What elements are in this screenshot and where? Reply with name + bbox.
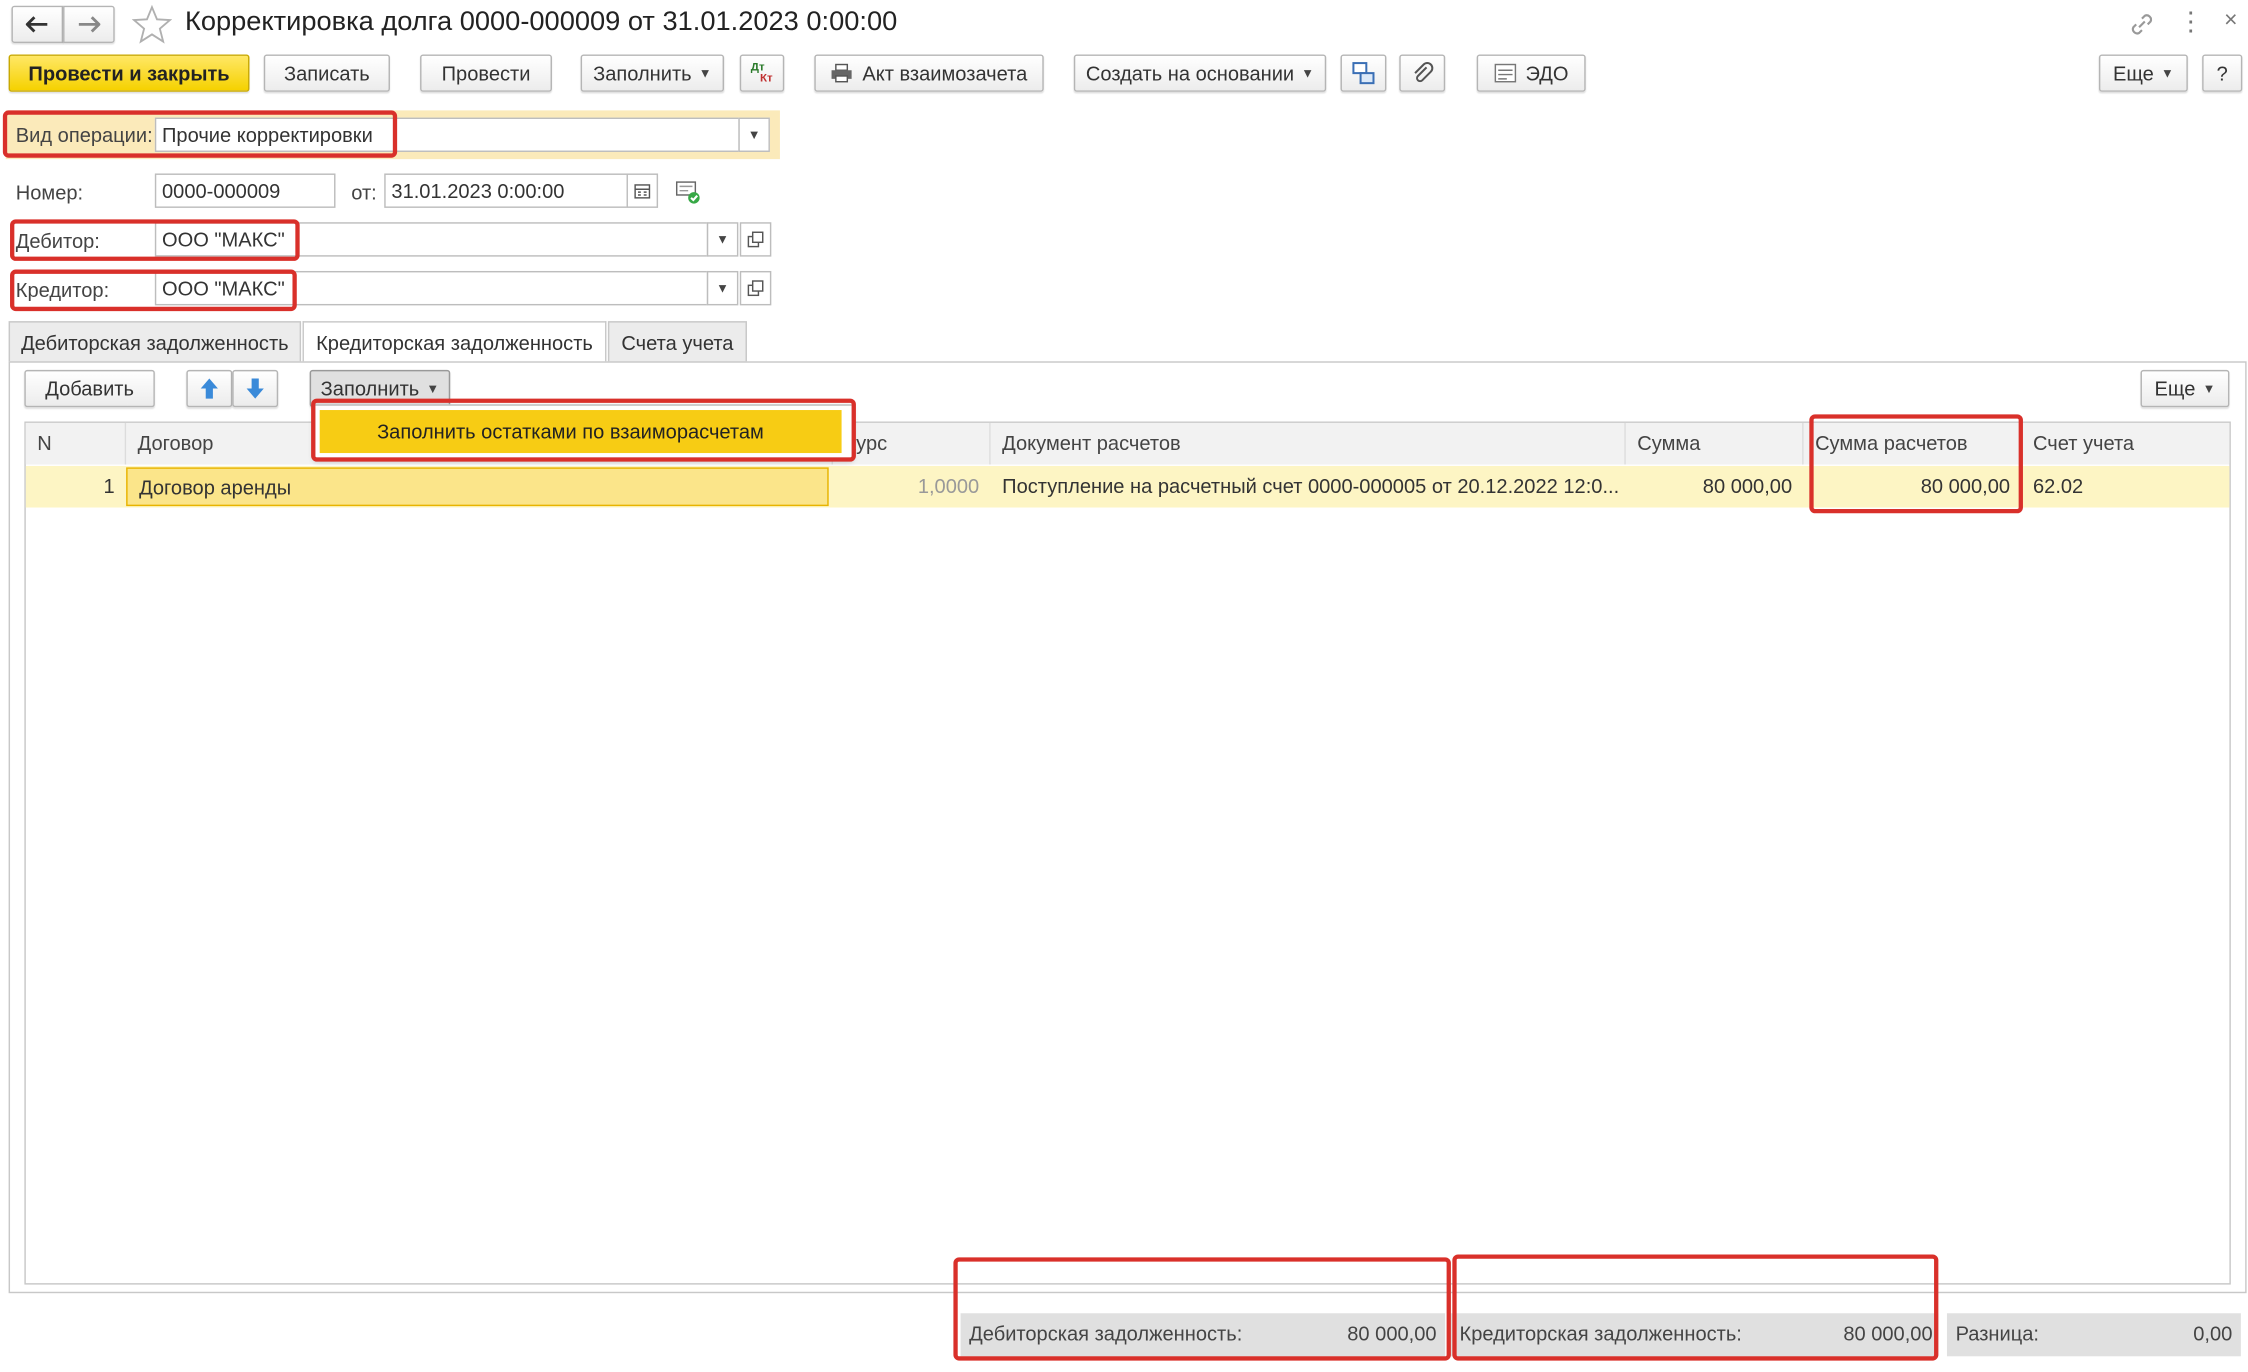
edo-label: ЭДО xyxy=(1525,61,1569,85)
table-fill-button[interactable]: Заполнить ▼ xyxy=(309,369,451,408)
offset-act-button[interactable]: Акт взаимозачета xyxy=(814,54,1044,92)
chevron-down-icon: ▼ xyxy=(2160,65,2174,81)
chevron-down-icon: ▼ xyxy=(716,232,729,247)
dt-kt-button[interactable]: Дт Кт xyxy=(739,54,785,92)
post-button[interactable]: Провести xyxy=(420,54,552,92)
operation-type-label: Вид операции: xyxy=(15,123,153,147)
back-button[interactable] xyxy=(11,5,64,44)
column-header-document[interactable]: Документ расчетов xyxy=(990,422,1626,465)
chevron-down-icon: ▼ xyxy=(698,65,712,81)
calendar-icon xyxy=(634,184,651,199)
difference-total: Разница: 0,00 xyxy=(1946,1313,2241,1357)
open-link-icon xyxy=(747,231,764,248)
calendar-button[interactable] xyxy=(626,173,659,208)
arrow-up-icon xyxy=(200,378,218,399)
fill-menu-button[interactable]: Заполнить ▼ xyxy=(580,54,725,92)
create-based-on-label: Создать на основании xyxy=(1085,61,1295,85)
more-button[interactable]: Еще ▼ xyxy=(2098,54,2188,92)
fill-menu-label: Заполнить xyxy=(593,61,692,85)
difference-value: 0,00 xyxy=(2193,1321,2233,1345)
debtor-field[interactable]: ООО "МАКС" xyxy=(154,222,709,257)
row-document[interactable]: Поступление на расчетный счет 0000-00000… xyxy=(991,467,1626,507)
row-contract-cell[interactable]: Договор аренды xyxy=(126,467,829,507)
arrow-left-icon xyxy=(25,16,48,33)
open-link-icon xyxy=(747,280,764,297)
payables-table xyxy=(24,421,2231,1285)
column-header-account[interactable]: Счет учета xyxy=(2021,422,2230,465)
forward-button[interactable] xyxy=(63,5,115,44)
row-account[interactable]: 62.02 xyxy=(2022,467,2230,507)
row-amount[interactable]: 80 000,00 xyxy=(1626,467,1804,507)
debtor-dropdown[interactable]: ▼ xyxy=(706,222,739,257)
link-icon[interactable] xyxy=(2128,10,2157,39)
kt-label: Кт xyxy=(759,71,773,85)
tab-accounts[interactable]: Счета учета xyxy=(607,321,747,363)
creditor-open-button[interactable] xyxy=(739,270,772,306)
edo-icon xyxy=(1494,63,1517,83)
difference-label: Разница: xyxy=(1955,1321,2039,1345)
chevron-down-icon: ▼ xyxy=(426,381,440,396)
offset-act-label: Акт взаимозачета xyxy=(862,61,1028,85)
date-field[interactable]: 31.01.2023 0:00:00 xyxy=(384,173,628,208)
receivables-total-label: Дебиторская задолженность: xyxy=(969,1321,1243,1345)
edo-button[interactable]: ЭДО xyxy=(1476,54,1586,92)
debtor-open-button[interactable] xyxy=(739,222,772,257)
tab-payables[interactable]: Кредиторская задолженность xyxy=(302,321,607,365)
help-button[interactable]: ? xyxy=(2202,54,2243,92)
arrow-right-icon xyxy=(78,16,101,33)
creditor-label: Кредитор: xyxy=(15,278,110,302)
add-row-button[interactable]: Добавить xyxy=(24,369,155,408)
debtor-label: Дебитор: xyxy=(15,229,100,253)
receivables-total: Дебиторская задолженность: 80 000,00 xyxy=(960,1313,1446,1357)
chevron-down-icon: ▼ xyxy=(747,127,761,142)
create-based-on-button[interactable]: Создать на основании ▼ xyxy=(1073,54,1327,92)
document-structure-icon xyxy=(1352,62,1375,85)
payables-total-value: 80 000,00 xyxy=(1843,1321,1933,1345)
table-more-label: Еще xyxy=(2154,377,2196,401)
more-vertical-icon[interactable]: ⋮ xyxy=(2178,9,2204,38)
number-field[interactable]: 0000-000009 xyxy=(154,173,336,208)
column-header-n[interactable]: N xyxy=(25,422,127,465)
close-icon[interactable]: × xyxy=(2219,9,2242,38)
favorite-star-icon[interactable] xyxy=(131,4,173,44)
receivables-total-value: 80 000,00 xyxy=(1347,1321,1437,1345)
chevron-down-icon: ▼ xyxy=(716,281,729,296)
more-label: Еще xyxy=(2112,61,2154,85)
column-header-settlement-amount[interactable]: Сумма расчетов xyxy=(1803,422,2022,465)
column-header-amount[interactable]: Сумма xyxy=(1625,422,1804,465)
document-window: Корректировка долга 0000-000009 от 31.01… xyxy=(0,0,2248,1372)
column-header-rate[interactable]: Курс xyxy=(832,422,991,465)
table-fill-label: Заполнить xyxy=(320,377,420,401)
table-more-button[interactable]: Еще ▼ xyxy=(2140,369,2230,408)
row-number: 1 xyxy=(103,474,115,498)
paperclip-icon xyxy=(1414,62,1434,83)
move-down-button[interactable] xyxy=(232,369,279,408)
write-button[interactable]: Записать xyxy=(263,54,390,92)
payables-total-label: Кредиторская задолженность: xyxy=(1459,1321,1742,1345)
row-settlement-amount[interactable]: 80 000,00 xyxy=(1804,467,2022,507)
attach-button[interactable] xyxy=(1399,54,1446,92)
date-label: от: xyxy=(351,180,377,204)
post-and-close-button[interactable]: Провести и закрыть xyxy=(8,54,250,92)
chevron-down-icon: ▼ xyxy=(2202,381,2216,396)
structure-button[interactable] xyxy=(1340,54,1387,92)
payables-total: Кредиторская задолженность: 80 000,00 xyxy=(1450,1313,1939,1357)
operation-type-dropdown[interactable]: ▼ xyxy=(738,117,770,152)
number-edit-icon[interactable] xyxy=(674,176,703,205)
creditor-dropdown[interactable]: ▼ xyxy=(706,270,739,306)
operation-type-select[interactable]: Прочие корректировки xyxy=(154,117,740,152)
window-title: Корректировка долга 0000-000009 от 31.01… xyxy=(184,7,898,38)
row-rate: 1,0000 xyxy=(917,474,980,498)
arrow-down-icon xyxy=(246,378,264,399)
number-label: Номер: xyxy=(15,180,84,204)
fill-with-balances-menu-item[interactable]: Заполнить остатками по взаиморасчетам xyxy=(319,410,842,454)
creditor-field[interactable]: ООО "МАКС" xyxy=(154,270,709,306)
chevron-down-icon: ▼ xyxy=(1301,65,1315,81)
tab-receivables[interactable]: Дебиторская задолженность xyxy=(8,321,302,363)
printer-icon xyxy=(832,63,853,83)
move-up-button[interactable] xyxy=(186,369,233,408)
